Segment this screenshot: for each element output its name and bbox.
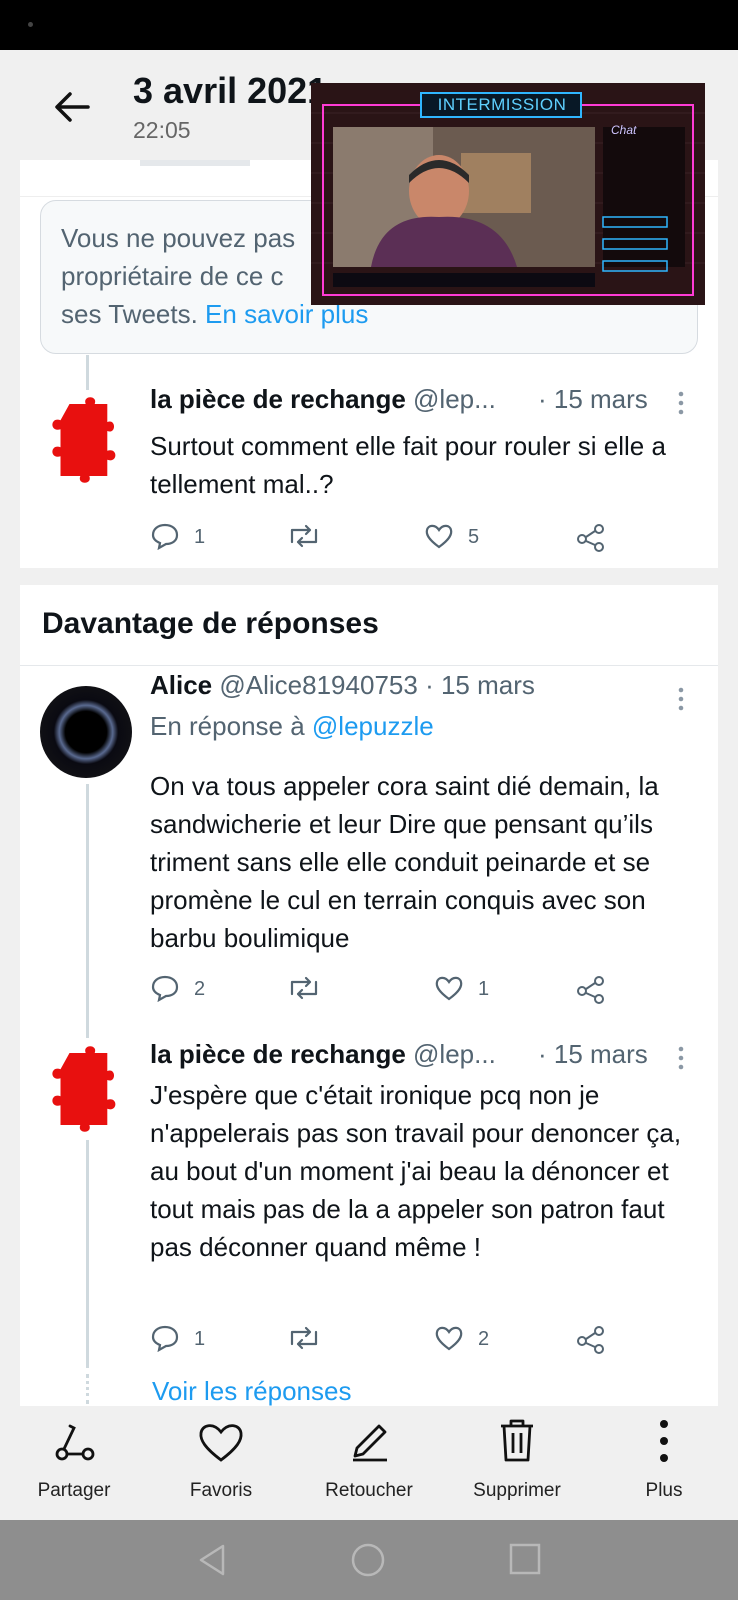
tweet-2-more-icon[interactable] [676, 686, 686, 712]
tweet-2-date: · 15 mars [425, 670, 535, 700]
tweet-3-text: J'espère que c'était ironique pcq non je… [150, 1080, 682, 1262]
puzzle-avatar-icon[interactable] [40, 1044, 135, 1134]
pencil-icon [353, 1424, 387, 1462]
favorites-button[interactable]: Favoris [161, 1406, 281, 1506]
more-label: Plus [645, 1480, 683, 1501]
intermission-title: INTERMISSION [437, 95, 567, 114]
tweet-1-text: Surtout comment elle fait pour rouler si… [150, 431, 666, 499]
tweet-2-actions: 2 1 [150, 972, 710, 1008]
tweet-2-text: On va tous appeler cora saint dié demain… [150, 771, 659, 953]
thread-line [86, 1140, 89, 1368]
tweet-2-header: Alice @Alice81940753 · 15 mars [150, 670, 535, 701]
tweet-2-author[interactable]: Alice [150, 670, 212, 700]
more-button[interactable]: Plus [604, 1406, 724, 1506]
more-vertical-icon [660, 1420, 668, 1462]
tweet-1-more-icon[interactable] [676, 390, 686, 416]
share-button[interactable]: Partager [14, 1406, 134, 1506]
thread-dots [86, 1374, 92, 1404]
tweet-1-handle[interactable]: @lep... [413, 384, 496, 414]
tweet-3-reply-count: 1 [194, 1328, 206, 1350]
tweet-3-handle[interactable]: @lep... [413, 1039, 496, 1069]
tweet-3-author[interactable]: la pièce de rechange [150, 1039, 406, 1069]
stream-frame [311, 83, 705, 305]
tweet-1-header: la pièce de rechange @lep... [150, 384, 496, 415]
share-label: Partager [37, 1480, 111, 1501]
tweet-3-header: la pièce de rechange @lep... [150, 1039, 496, 1070]
nav-recents-icon[interactable] [508, 1542, 542, 1576]
reply-icon[interactable] [150, 974, 180, 1002]
stream-overlay: INTERMISSION Chat [311, 83, 705, 305]
tweet-3-date: · 15 mars [538, 1039, 648, 1069]
tweet-1-author[interactable]: la pièce de rechange [150, 384, 406, 414]
nav-back-icon[interactable] [195, 1542, 231, 1578]
notice-line-1: Vous ne pouvez pas [61, 223, 296, 253]
retweet-icon[interactable] [286, 1324, 322, 1352]
like-icon[interactable] [434, 974, 464, 1002]
notice-line-2: propriétaire de ce c [61, 261, 284, 291]
thread-line [86, 355, 89, 390]
delete-button[interactable]: Supprimer [457, 1406, 577, 1506]
retweet-icon[interactable] [286, 974, 322, 1002]
edit-label: Retoucher [325, 1480, 413, 1501]
status-indicator [28, 22, 33, 27]
thread-line [86, 784, 89, 1038]
status-bar [0, 0, 738, 50]
share-icon[interactable] [576, 974, 606, 1004]
reply-icon[interactable] [150, 1324, 180, 1352]
gallery-toolbar: Partager Favoris Retoucher Supprimer Plu… [0, 1406, 738, 1520]
puzzle-avatar-icon[interactable] [40, 395, 135, 485]
photo-time: 22:05 [133, 117, 191, 143]
favorites-label: Favoris [189, 1480, 253, 1501]
back-arrow-icon[interactable] [48, 82, 98, 132]
tweet-1-reply-count: 1 [194, 526, 206, 548]
tweet-3-actions: 1 2 [150, 1322, 710, 1358]
share-icon[interactable] [576, 522, 606, 552]
more-replies-section: Davantage de réponses [20, 585, 718, 666]
delete-label: Supprimer [473, 1480, 561, 1501]
reply-to-handle[interactable]: @lepuzzle [312, 711, 434, 741]
share-icon [55, 1424, 95, 1461]
like-icon[interactable] [434, 1324, 464, 1352]
tweet-2-like-count: 1 [478, 978, 490, 1000]
nav-home-icon[interactable] [350, 1542, 386, 1578]
alice-avatar-icon[interactable] [40, 686, 132, 778]
tweet-2-handle[interactable]: @Alice81940753 [219, 670, 417, 700]
android-nav-bar [0, 1520, 738, 1600]
tweet-1-like-count: 5 [468, 526, 480, 548]
tweet-3-like-count: 2 [478, 1328, 490, 1350]
edit-button[interactable]: Retoucher [309, 1406, 429, 1506]
reply-to-label: En réponse à [150, 711, 305, 741]
section-title: Davantage de réponses [42, 607, 379, 640]
share-icon[interactable] [576, 1324, 606, 1354]
cut-off-text [140, 160, 250, 166]
tweet-3-more-icon[interactable] [676, 1045, 686, 1071]
chat-label: Chat [611, 123, 637, 137]
tweet-2-reply-count: 2 [194, 978, 206, 1000]
reply-icon[interactable] [150, 522, 180, 550]
tweet-2-reply-to: En réponse à @lepuzzle [150, 711, 434, 742]
heart-icon [199, 1424, 243, 1462]
tweet-1-actions: 1 5 [150, 520, 710, 556]
trash-icon [501, 1419, 533, 1462]
tweet-1-date: · 15 mars [538, 384, 648, 414]
notice-line-3-text: ses Tweets. [61, 299, 198, 329]
photo-date: 3 avril 2021 [133, 70, 328, 111]
retweet-icon[interactable] [286, 522, 322, 550]
show-replies-link[interactable]: Voir les réponses [152, 1376, 351, 1406]
like-icon[interactable] [424, 522, 454, 550]
